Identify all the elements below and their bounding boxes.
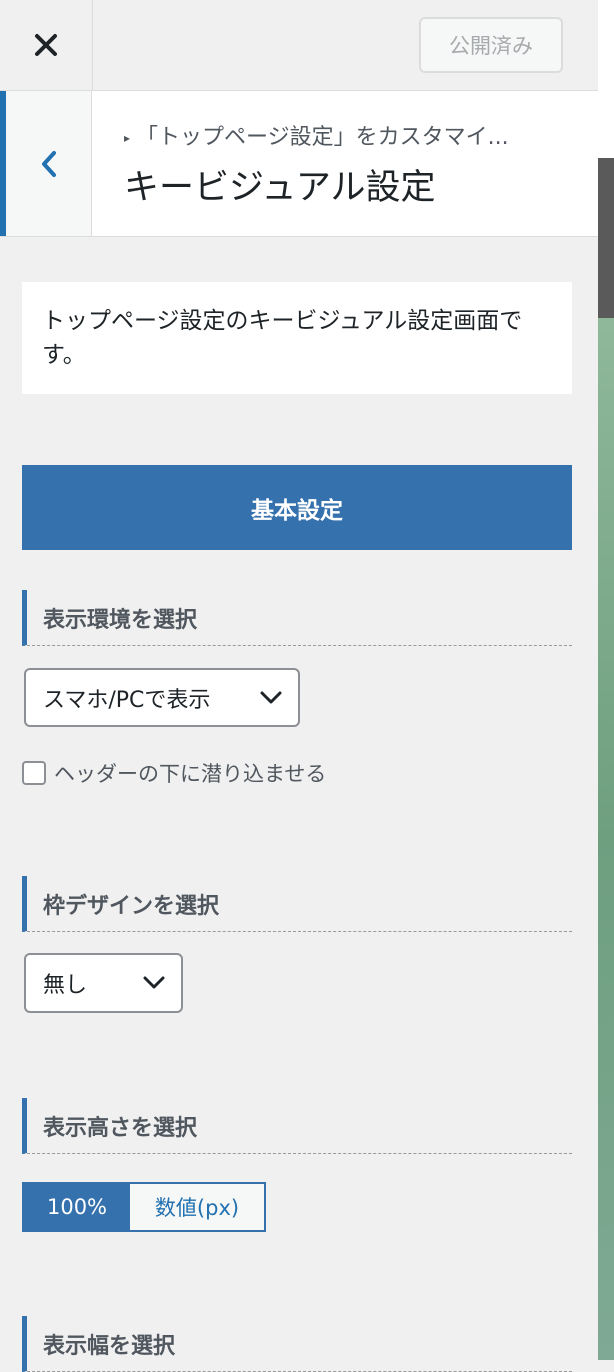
preview-image <box>598 318 614 1360</box>
close-icon <box>35 34 57 56</box>
height-option-100[interactable]: 100% <box>24 1184 130 1230</box>
frame-design-select[interactable]: 無し <box>24 953 183 1013</box>
height-option-px[interactable]: 数値(px) <box>130 1184 264 1230</box>
breadcrumb-text: 「トップページ設定」をカスタマイ... <box>136 125 509 150</box>
close-button[interactable] <box>0 0 93 90</box>
display-height-title: 表示高さを選択 <box>22 1098 572 1154</box>
section-header: ▸ 「トップページ設定」をカスタマイ... キービジュアル設定 <box>0 91 598 237</box>
display-height-toggle: 100% 数値(px) <box>22 1182 266 1232</box>
display-width-title: 表示幅を選択 <box>22 1316 572 1372</box>
breadcrumb: ▸ 「トップページ設定」をカスタマイ... <box>124 119 509 151</box>
tuck-under-header-option: ヘッダーの下に潜り込ませる <box>22 758 326 788</box>
display-env-select[interactable]: スマホ/PCで表示 <box>24 668 300 727</box>
back-button[interactable] <box>0 91 92 236</box>
publish-button[interactable]: 公開済み <box>419 17 563 73</box>
customizer-topbar: 公開済み <box>0 0 598 91</box>
checkbox-label: ヘッダーの下に潜り込ませる <box>54 762 327 786</box>
page-title: キービジュアル設定 <box>124 168 436 208</box>
tuck-under-header-checkbox[interactable] <box>22 761 46 785</box>
chevron-left-icon <box>41 150 56 177</box>
frame-design-title: 枠デザインを選択 <box>22 876 572 932</box>
chevron-down-icon <box>143 976 165 989</box>
basic-settings-heading: 基本設定 <box>22 465 572 550</box>
chevron-down-icon <box>260 691 282 703</box>
display-env-value: スマホ/PCで表示 <box>43 687 211 713</box>
triangle-right-icon: ▸ <box>124 131 131 145</box>
preview-scrollbar <box>598 158 614 318</box>
display-env-title: 表示環境を選択 <box>22 590 572 646</box>
section-description: トップページ設定のキービジュアル設定画面です。 <box>22 282 572 394</box>
frame-design-value: 無し <box>43 973 88 998</box>
